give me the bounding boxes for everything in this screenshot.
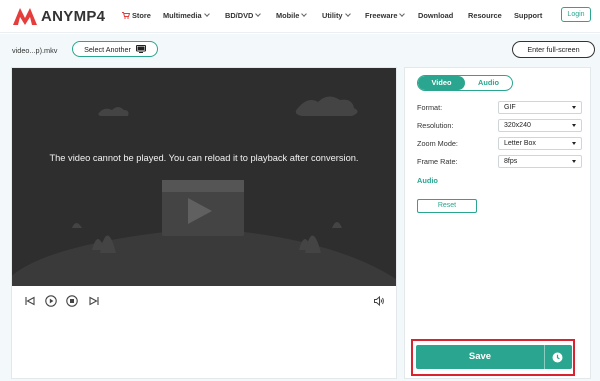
- nav-resource-label: Resource: [468, 11, 502, 20]
- playback-message: The video cannot be played. You can relo…: [49, 153, 359, 163]
- cart-icon: [122, 12, 130, 19]
- tab-audio[interactable]: Audio: [465, 76, 512, 90]
- zoom-mode-value: Letter Box: [504, 140, 536, 147]
- stop-icon[interactable]: [66, 295, 78, 307]
- settings-panel: Video Audio Format: GIF Resolution: 320x…: [404, 67, 591, 379]
- chevron-down-icon: [255, 11, 262, 17]
- tab-video[interactable]: Video: [418, 76, 465, 90]
- volume-icon[interactable]: [373, 295, 385, 307]
- zoom-mode-label: Zoom Mode:: [417, 139, 458, 148]
- video-panel: The video cannot be played. You can relo…: [11, 67, 397, 379]
- reset-button[interactable]: Reset: [417, 199, 477, 213]
- dropdown-arrow-icon: [572, 142, 576, 145]
- dropdown-arrow-icon: [572, 106, 576, 109]
- playback-controls: [12, 292, 396, 312]
- format-label: Format:: [417, 103, 443, 112]
- fullscreen-button[interactable]: Enter full-screen: [512, 41, 595, 58]
- resolution-value: 320x240: [504, 122, 531, 129]
- zoom-mode-select[interactable]: Letter Box: [498, 137, 582, 150]
- select-another-button[interactable]: Select Another: [72, 41, 158, 57]
- logo-mark-icon: [13, 8, 37, 25]
- brand-name: ANYMP4: [41, 7, 106, 25]
- converter-workspace: video...p).mkv Select Another Enter full…: [0, 34, 600, 381]
- login-button[interactable]: Login: [561, 7, 591, 22]
- file-name: video...p).mkv: [12, 46, 58, 55]
- audio-section-heading: Audio: [417, 176, 438, 185]
- nav-mobile[interactable]: Mobile: [276, 11, 308, 20]
- save-divider: [544, 345, 545, 369]
- frame-rate-value: 8fps: [504, 158, 518, 165]
- nav-utility-label: Utility: [322, 11, 343, 20]
- top-navigation: ANYMP4 Store Multimedia BD/DVD Mobile Ut…: [0, 0, 600, 33]
- chevron-down-icon: [203, 11, 210, 17]
- frame-rate-label: Frame Rate:: [417, 157, 458, 166]
- save-label: Save: [468, 351, 492, 362]
- format-select[interactable]: GIF: [498, 101, 582, 114]
- nav-resource[interactable]: Resource: [468, 11, 502, 20]
- nav-freeware-label: Freeware: [365, 11, 398, 20]
- previous-icon[interactable]: [24, 295, 36, 307]
- nav-download[interactable]: Download: [418, 11, 453, 20]
- nav-download-label: Download: [418, 11, 454, 20]
- play-icon[interactable]: [45, 295, 57, 307]
- chevron-down-icon: [344, 11, 351, 17]
- nav-bd-dvd-label: BD/DVD: [225, 11, 254, 20]
- chevron-down-icon: [399, 11, 406, 17]
- select-another-label: Select Another: [84, 44, 131, 54]
- resolution-label: Resolution:: [417, 121, 454, 130]
- nav-freeware[interactable]: Freeware: [365, 11, 406, 20]
- frame-rate-select[interactable]: 8fps: [498, 155, 582, 168]
- video-player[interactable]: The video cannot be played. You can relo…: [12, 68, 396, 286]
- nav-multimedia-label: Multimedia: [163, 11, 202, 20]
- settings-tabs: Video Audio: [417, 75, 513, 91]
- chevron-down-icon: [301, 11, 308, 17]
- dropdown-arrow-icon: [572, 160, 576, 163]
- monitor-icon: [135, 45, 146, 53]
- nav-support-label: Support: [514, 11, 543, 20]
- nav-utility[interactable]: Utility: [322, 11, 351, 20]
- nav-bd-dvd[interactable]: BD/DVD: [225, 11, 262, 20]
- resolution-select[interactable]: 320x240: [498, 119, 582, 132]
- nav-mobile-label: Mobile: [276, 11, 300, 20]
- nav-store[interactable]: Store: [122, 11, 151, 20]
- save-button[interactable]: Save: [416, 345, 572, 369]
- clock-icon[interactable]: [552, 352, 563, 363]
- dropdown-arrow-icon: [572, 124, 576, 127]
- format-value: GIF: [504, 104, 516, 111]
- next-icon[interactable]: [88, 295, 100, 307]
- nav-support[interactable]: Support: [514, 11, 542, 20]
- nav-multimedia[interactable]: Multimedia: [163, 11, 210, 20]
- nav-store-label: Store: [132, 11, 151, 20]
- anymp4-logo[interactable]: ANYMP4: [12, 5, 105, 27]
- video-placeholder-illustration: [12, 68, 396, 286]
